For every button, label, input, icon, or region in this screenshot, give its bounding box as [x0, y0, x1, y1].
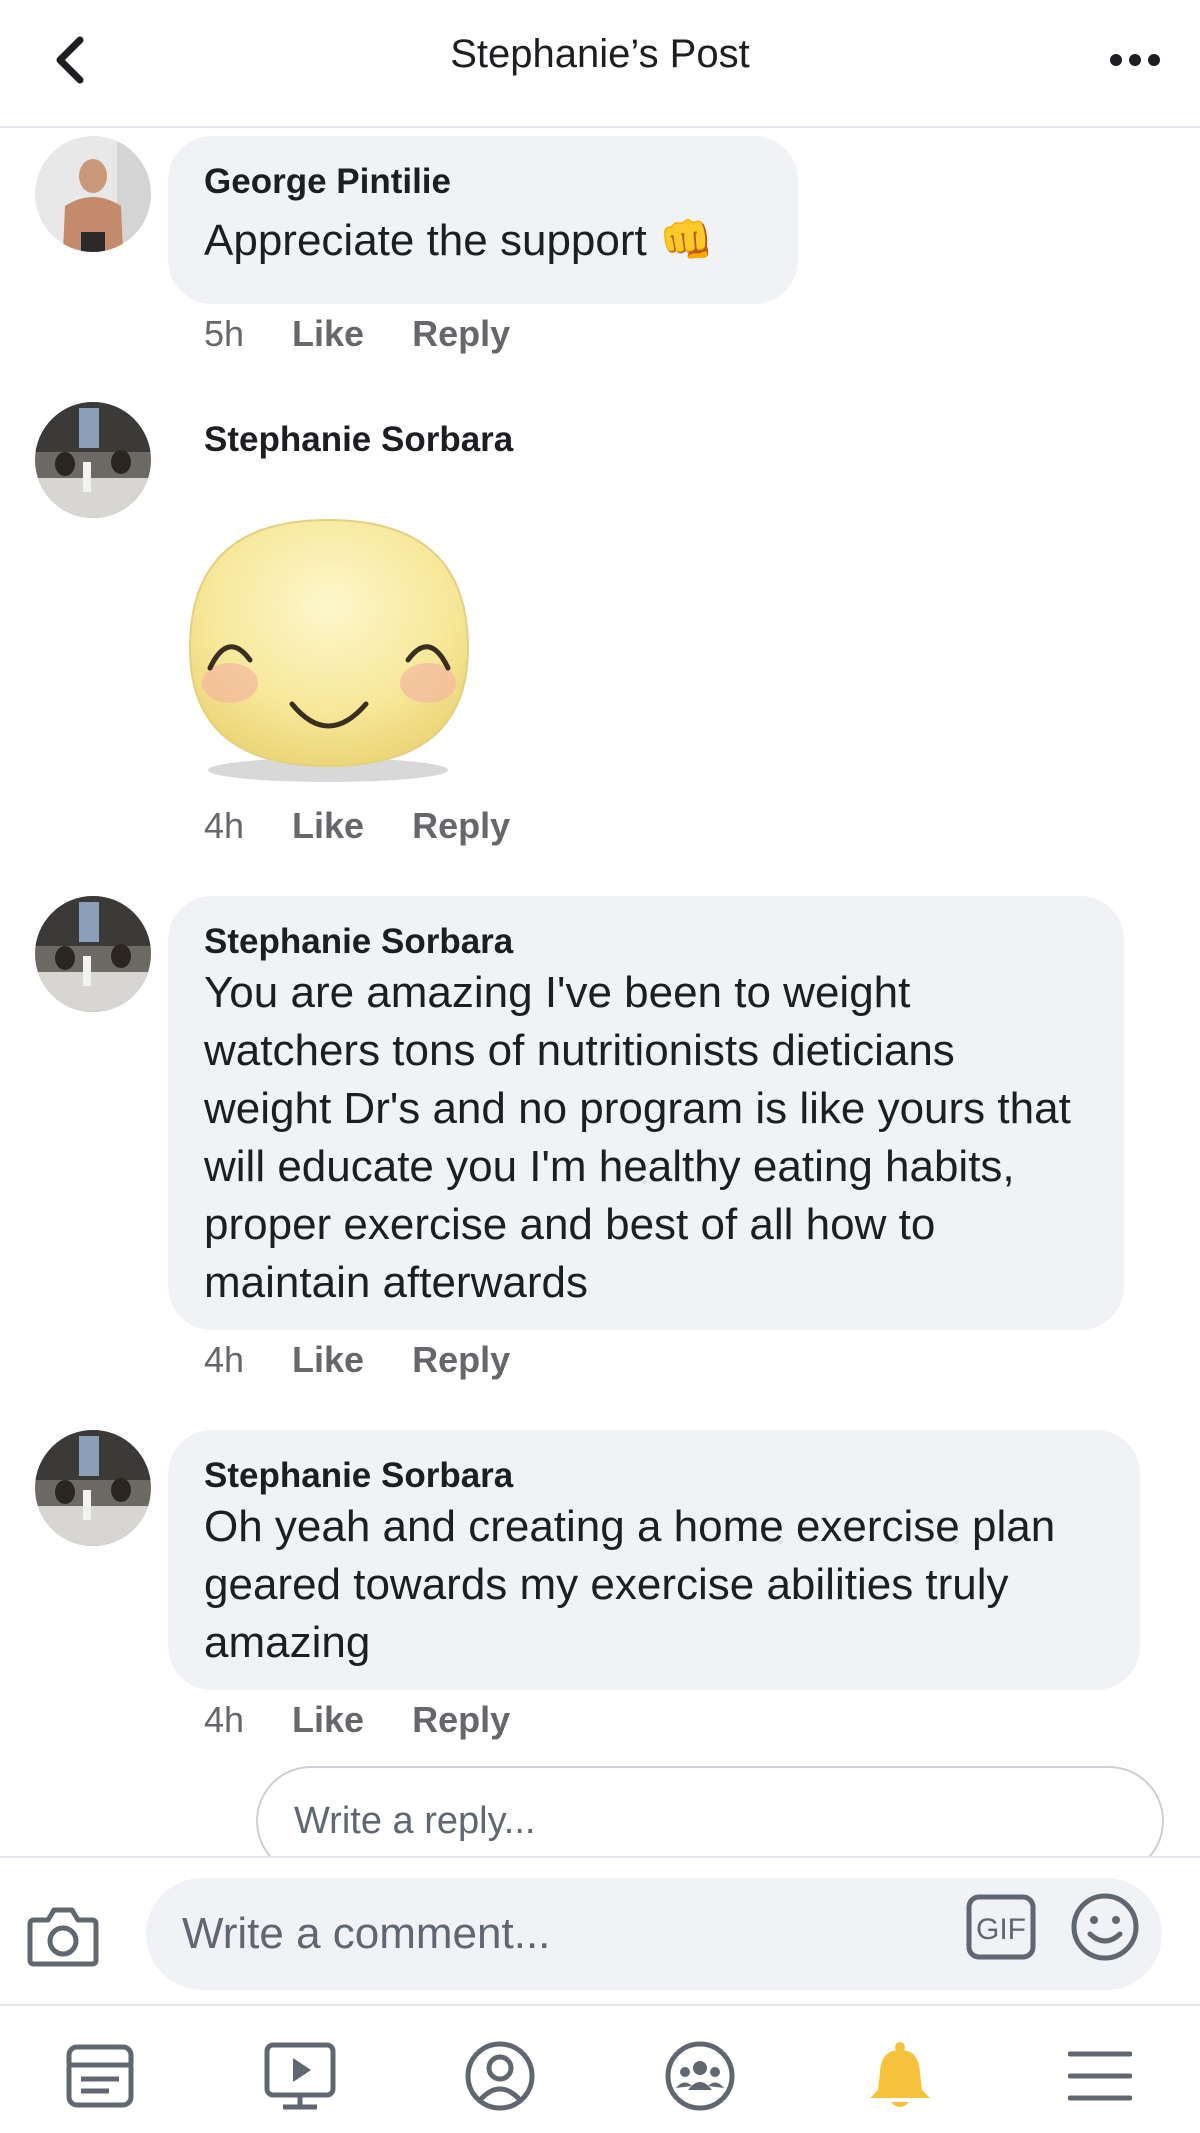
avatar[interactable] [35, 402, 151, 518]
profile-icon [465, 2041, 535, 2111]
comment-text: You are amazing I've been to weight watc… [204, 968, 1071, 1307]
comment-author[interactable]: Stephanie Sorbara [204, 420, 513, 460]
watch-icon [264, 2042, 336, 2110]
groups-icon [665, 2041, 735, 2111]
emoji-button[interactable] [1070, 1892, 1140, 1962]
nav-notifications[interactable] [860, 2036, 940, 2116]
smiley-icon [1071, 1893, 1139, 1961]
comment-text: Oh yeah and creating a home exercise pla… [204, 1502, 1056, 1667]
comment-bubble[interactable]: George Pintilie Appreciate the support 👊 [168, 136, 798, 304]
gif-label: GIF [976, 1913, 1026, 1946]
nav-menu[interactable] [1060, 2036, 1140, 2116]
nav-profile[interactable] [460, 2036, 540, 2116]
comment-composer: Write a comment... GIF [0, 1856, 1200, 2006]
more-options-button[interactable] [1100, 30, 1170, 90]
reply-button[interactable]: Reply [412, 313, 510, 355]
comment-author[interactable]: Stephanie Sorbara [204, 1454, 1104, 1498]
like-button[interactable]: Like [292, 805, 364, 847]
smiling-emoji-sticker [180, 508, 480, 788]
comment-text: Appreciate the support 👊 [204, 216, 714, 265]
like-button[interactable]: Like [292, 1699, 364, 1741]
post-header: Stephanie’s Post [0, 0, 1200, 128]
more-dots-icon [1110, 54, 1160, 66]
comment-actions: 5h Like Reply [204, 310, 510, 358]
gif-icon: GIF [966, 1894, 1036, 1960]
menu-icon [1068, 2051, 1132, 2101]
bottom-navigation [0, 2004, 1200, 2133]
comment-actions: 4h Like Reply [204, 1336, 510, 1384]
comment-author[interactable]: Stephanie Sorbara [204, 920, 1088, 964]
nav-groups[interactable] [660, 2036, 740, 2116]
camera-button[interactable] [26, 1898, 100, 1972]
comment-actions: 4h Like Reply [204, 802, 510, 850]
comment-time: 4h [204, 1339, 245, 1380]
avatar[interactable] [35, 136, 151, 252]
notifications-bell-icon [870, 2042, 930, 2107]
comment-actions: 4h Like Reply [204, 1696, 510, 1744]
nav-watch[interactable] [260, 2036, 340, 2116]
comment-author[interactable]: George Pintilie [204, 160, 762, 204]
comment-bubble[interactable]: Stephanie Sorbara You are amazing I've b… [168, 896, 1124, 1330]
like-button[interactable]: Like [292, 1339, 364, 1381]
avatar[interactable] [35, 896, 151, 1012]
nav-news-feed[interactable] [60, 2036, 140, 2116]
avatar[interactable] [35, 1430, 151, 1546]
reply-button[interactable]: Reply [412, 805, 510, 847]
reply-button[interactable]: Reply [412, 1699, 510, 1741]
like-button[interactable]: Like [292, 313, 364, 355]
gif-button[interactable]: GIF [966, 1894, 1036, 1960]
page-title: Stephanie’s Post [450, 32, 750, 76]
comment-bubble[interactable]: Stephanie Sorbara Oh yeah and creating a… [168, 1430, 1140, 1690]
news-feed-icon [66, 2044, 134, 2108]
camera-icon [27, 1907, 99, 1967]
comment-time: 4h [204, 1699, 245, 1740]
comment-time: 4h [204, 805, 245, 846]
reply-button[interactable]: Reply [412, 1339, 510, 1381]
comment-time: 5h [204, 313, 245, 354]
